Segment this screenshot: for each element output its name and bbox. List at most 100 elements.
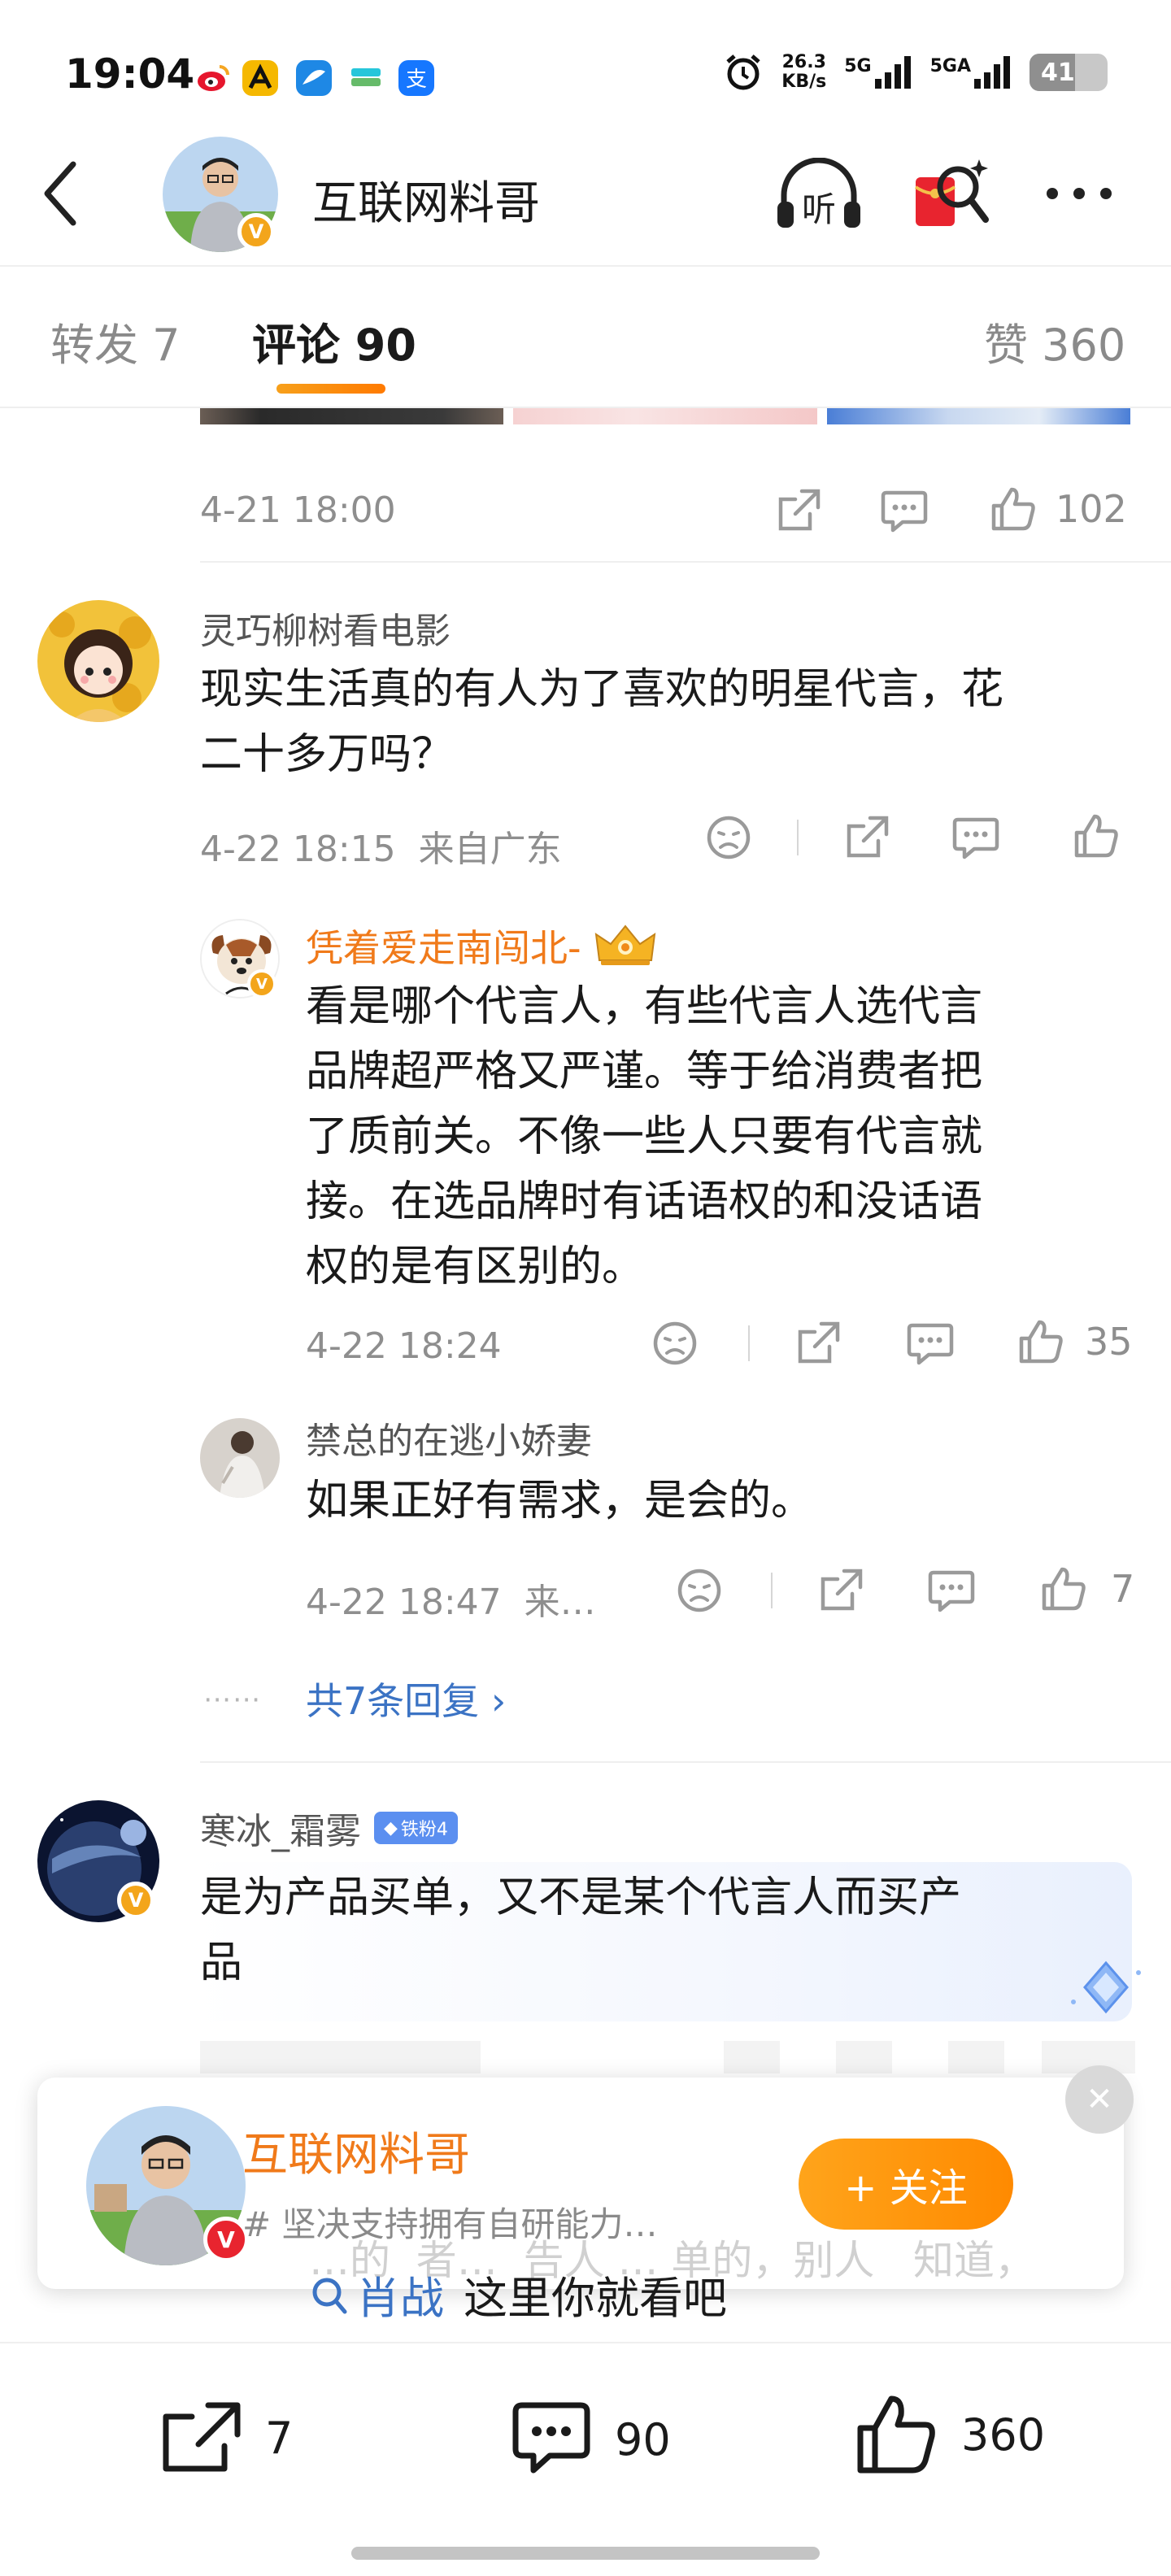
like-count: 102 [1056,487,1127,531]
signal-5ga: 5GA [930,56,1012,89]
bottom-divider [0,2342,1171,2343]
prev-image-1[interactable] [200,408,504,424]
dislike-icon[interactable] [651,1319,699,1368]
verified-badge-icon: V [117,1882,155,1919]
comment-icon [509,2399,594,2480]
search-keyword-line: 肖战 这里你就看吧 [311,2262,727,2326]
prev-image-2[interactable] [513,408,817,424]
like-button[interactable]: 7 [1039,1564,1134,1613]
thumbs-up-icon [1016,1317,1065,1366]
like-button[interactable]: 102 [989,485,1127,533]
like-count: 360 [961,2408,1046,2461]
alarm-icon [723,52,764,93]
comment-icon[interactable] [925,1566,977,1615]
replies-dots: ⋯⋯ [203,1683,262,1716]
like-count: 35 [1085,1320,1133,1364]
signal-bars-icon [874,56,912,89]
comment-icon[interactable] [878,486,930,535]
more-options-button[interactable] [1043,184,1116,203]
bottom-comment-button[interactable]: 90 [509,2399,671,2480]
action-separator [797,820,799,855]
tab-comments[interactable]: 评论 90 [252,309,416,373]
crown-badge-icon [593,921,658,970]
share-icon[interactable] [794,1319,842,1368]
signal-5g: 5G [844,56,912,89]
comment-icon[interactable] [904,1319,956,1368]
alipay-icon: 支 [398,60,434,96]
signal-bars-icon [974,56,1012,89]
tab-active-indicator [276,384,385,394]
comment-username[interactable]: 灵巧柳树看电影 [200,602,451,654]
verified-badge-icon: V [247,969,276,999]
comment-text: 是为产品买单，又不是某个代言人而买产 品 [200,1873,962,1987]
search-icon [311,2274,348,2315]
reply-avatar[interactable] [200,1418,280,1498]
comment-meta: 4-22 18:15 来自广东 [200,829,562,870]
faded-action-row [200,2041,1135,2073]
tab-likes[interactable]: 赞 360 [984,309,1125,373]
reply-username-row: 凭着爱走南闯北- [306,919,658,973]
reply-meta: 4-22 18:24 [306,1325,502,1367]
header-divider [0,265,1171,267]
tab-repost[interactable]: 转发 7 [50,309,181,373]
comment-icon[interactable] [950,813,1002,862]
a-app-icon [242,60,278,96]
reply-meta: 4-22 18:47 来… [306,1582,596,1623]
status-right: 26.3 KB/s 5G 5GA 41 [723,52,1108,93]
thumbs-up-icon [1039,1564,1088,1613]
repost-count: 7 [265,2412,294,2464]
diamond-icon: ◆ [384,1817,398,1838]
search-keyword-link[interactable]: 肖战 [356,2262,444,2326]
search-tail-text: 这里你就看吧 [464,2273,727,2324]
reply-text: 如果正好有需求，是会的。 [306,1477,814,1525]
reply-text: 看是哪个代言人，有些代言人选代言 品牌超严格又严谨。等于给消费者把 了质前关。不… [306,982,983,1291]
status-time: 19:04 [65,50,195,98]
comment-username[interactable]: 寒冰_霜雾 [200,1802,361,1854]
cards-app-icon [348,60,384,96]
thumbs-up-icon [989,485,1038,533]
red-packet-search-button[interactable] [911,154,992,236]
sparkle-diamond-icon [1065,1955,1147,2028]
comment-text: 现实生活真的有人为了喜欢的明星代言，花 二十多万吗？ [200,665,1004,779]
prev-post-time: 4-21 18:00 [200,490,396,531]
battery-indicator: 41 [1030,54,1108,91]
action-separator [748,1325,750,1361]
verified-badge-icon: V [237,213,275,250]
page-title: 互联网料哥 [312,177,540,230]
comment-count: 90 [615,2413,671,2465]
prev-image-3[interactable] [826,408,1130,424]
popup-close-button[interactable]: ✕ [1065,2065,1134,2134]
thumbs-up-icon[interactable] [1072,812,1121,860]
dislike-icon[interactable] [675,1566,724,1615]
like-button[interactable]: 35 [1016,1317,1133,1366]
share-icon[interactable] [816,1566,865,1615]
like-count: 7 [1111,1567,1135,1611]
blue-app-icon [296,60,332,96]
prev-post-images[interactable] [200,408,1130,424]
share-icon[interactable] [842,813,891,862]
home-indicator[interactable] [351,2547,820,2560]
svg-text:听: 听 [802,189,836,229]
follow-button[interactable]: + 关注 [799,2139,1013,2230]
share-icon[interactable] [774,486,823,535]
view-replies-link[interactable]: 共7条回复 › [306,1672,506,1725]
listen-button[interactable]: 听 [774,158,864,233]
bottom-repost-button[interactable]: 7 [159,2399,293,2477]
action-separator [771,1573,773,1608]
reply-username[interactable]: 凭着爱走南闯北- [306,919,581,973]
comment-divider [200,561,1171,563]
thumbs-up-icon [854,2392,938,2477]
popup-topic-tag[interactable]: # 坚决支持拥有自研能力… [242,2197,658,2247]
comment-username-row: 寒冰_霜雾 ◆ 铁粉4 [200,1802,458,1854]
back-button[interactable] [41,159,81,228]
svg-text:支: 支 [406,67,427,92]
bottom-like-button[interactable]: 360 [854,2392,1045,2477]
fan-level-badge: ◆ 铁粉4 [374,1812,458,1844]
share-icon [159,2399,244,2477]
popup-username[interactable]: 互联网料哥 [242,2118,470,2184]
comment-divider [200,1761,1171,1763]
net-speed: 26.3 KB/s [781,52,827,92]
comment-avatar[interactable] [37,600,159,722]
dislike-icon[interactable] [704,813,753,862]
reply-username[interactable]: 禁总的在逃小娇妻 [306,1412,592,1464]
